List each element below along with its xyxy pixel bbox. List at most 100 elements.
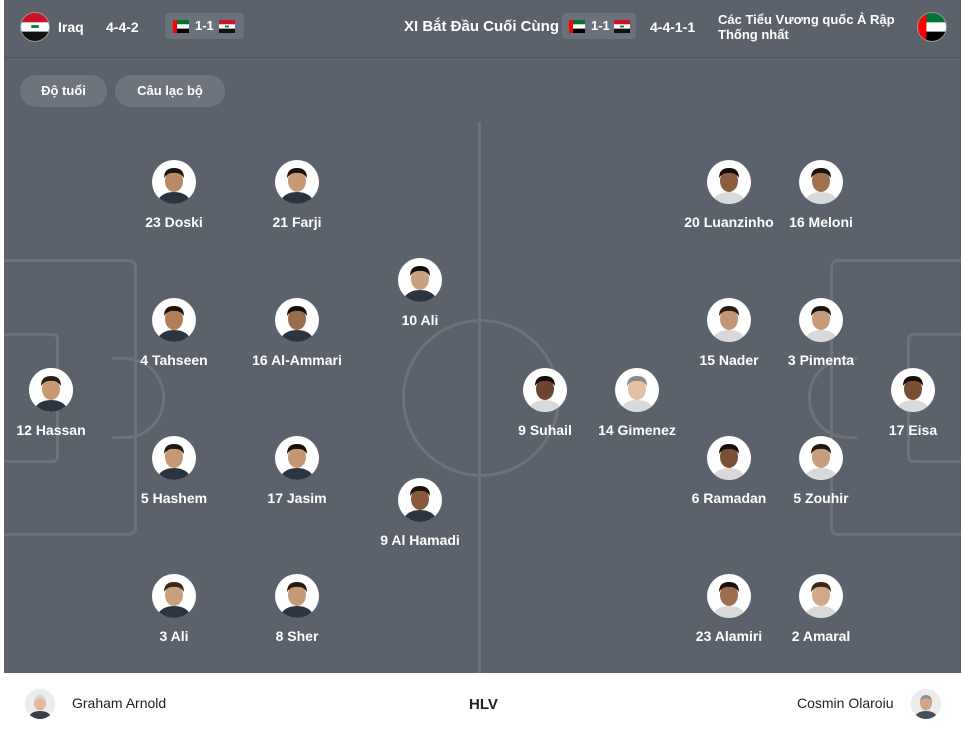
club-filter-button[interactable]: Câu lạc bộ — [115, 75, 225, 107]
player-avatar-icon — [711, 168, 747, 204]
coach-avatar-icon — [911, 689, 941, 719]
player-card[interactable]: 20 Luanzinho — [659, 160, 799, 242]
player-avatar-icon — [803, 168, 839, 204]
player-photo — [398, 478, 442, 522]
player-avatar-icon — [402, 266, 438, 302]
home-score: 1-1 — [195, 18, 214, 33]
player-name: 23 Alamiri — [695, 628, 763, 644]
player-card[interactable]: 9 Suhail — [475, 368, 615, 450]
player-avatar-icon — [279, 582, 315, 618]
player-avatar-icon — [711, 582, 747, 618]
uae-flag-icon — [173, 20, 189, 33]
coaches-bar: Graham Arnold HLV Cosmin Olaroiu — [4, 673, 961, 738]
away-score-box: 1-1 — [562, 13, 636, 39]
player-avatar-icon — [803, 582, 839, 618]
player-avatar-icon — [156, 306, 192, 342]
uae-flag-icon — [917, 12, 947, 42]
iraq-flag-icon — [20, 12, 50, 42]
player-photo — [799, 160, 843, 204]
coach-avatar-icon — [25, 689, 55, 719]
player-card[interactable]: 21 Farji — [227, 160, 367, 242]
player-photo — [275, 574, 319, 618]
player-card[interactable]: 9 Al Hamadi — [350, 478, 490, 560]
player-name: 15 Nader — [699, 352, 759, 368]
away-score: 1-1 — [591, 18, 610, 33]
player-name: 6 Ramadan — [691, 490, 767, 506]
player-card[interactable]: 4 Tahseen — [104, 298, 244, 380]
home-team-name: Iraq — [58, 19, 84, 35]
pitch: 12 Hassan 23 Doski 4 Tahseen 5 Hashem 3 … — [4, 122, 961, 673]
player-photo — [152, 574, 196, 618]
player-avatar-icon — [711, 306, 747, 342]
uae-flag-icon — [569, 20, 585, 33]
home-formation: 4-4-2 — [106, 19, 139, 35]
player-name: 23 Doski — [145, 214, 203, 230]
player-avatar-icon — [156, 444, 192, 480]
player-photo — [799, 298, 843, 342]
player-photo — [891, 368, 935, 412]
player-photo — [152, 436, 196, 480]
player-photo — [707, 298, 751, 342]
lineup-title: XI Bắt Đầu Cuối Cùng — [404, 18, 559, 35]
player-avatar-icon — [279, 306, 315, 342]
player-avatar-icon — [803, 444, 839, 480]
iraq-flag-icon — [219, 20, 235, 33]
player-name: 3 Ali — [159, 628, 189, 644]
away-formation: 4-4-1-1 — [650, 19, 696, 35]
player-photo — [799, 574, 843, 618]
coach-label: HLV — [469, 696, 498, 713]
player-card[interactable]: 10 Ali — [350, 258, 490, 340]
player-name: 20 Luanzinho — [684, 214, 774, 230]
player-photo — [398, 258, 442, 302]
player-photo — [523, 368, 567, 412]
player-photo — [29, 368, 73, 412]
player-name: 16 Al-Ammari — [252, 352, 342, 368]
player-name: 10 Ali — [401, 312, 439, 328]
player-avatar-icon — [279, 168, 315, 204]
player-avatar-icon — [156, 168, 192, 204]
player-name: 5 Hashem — [140, 490, 208, 506]
player-photo — [275, 436, 319, 480]
player-avatar-icon — [895, 376, 931, 412]
player-avatar-icon — [527, 376, 563, 412]
player-card[interactable]: 8 Sher — [227, 574, 367, 656]
coach-avatar[interactable] — [911, 689, 941, 719]
player-avatar-icon — [279, 444, 315, 480]
player-card[interactable]: 16 Al-Ammari — [227, 298, 367, 380]
away-team-name: Các Tiểu Vương quốc Ả Rập Thống nhất — [718, 12, 895, 42]
away-team-name-line2: Thống nhất — [718, 27, 789, 42]
player-name: 9 Suhail — [518, 422, 572, 438]
player-avatar-icon — [803, 306, 839, 342]
away-team-name-line1: Các Tiểu Vương quốc Ả Rập — [718, 12, 895, 27]
player-card[interactable]: 3 Ali — [104, 574, 244, 656]
player-name: 21 Farji — [272, 214, 322, 230]
player-name: 9 Al Hamadi — [380, 532, 460, 548]
player-avatar-icon — [156, 582, 192, 618]
player-photo — [275, 160, 319, 204]
player-name: 4 Tahseen — [140, 352, 208, 368]
player-name: 8 Sher — [275, 628, 319, 644]
iraq-flag-icon — [614, 20, 630, 33]
age-filter-button[interactable]: Độ tuổi — [20, 75, 107, 107]
player-photo — [152, 160, 196, 204]
player-name: 17 Jasim — [267, 490, 327, 506]
player-avatar-icon — [619, 376, 655, 412]
player-photo — [707, 574, 751, 618]
player-avatar-icon — [402, 486, 438, 522]
player-avatar-icon — [29, 368, 73, 412]
player-card[interactable]: 23 Alamiri — [659, 574, 799, 656]
player-photo — [707, 160, 751, 204]
player-card[interactable]: 23 Doski — [104, 160, 244, 242]
filter-bar: Độ tuổi Câu lạc bộ — [4, 58, 961, 122]
player-avatar-icon — [711, 444, 747, 480]
home-score-box: 1-1 — [165, 13, 244, 39]
player-photo — [707, 436, 751, 480]
away-coach-name[interactable]: Cosmin Olaroiu — [797, 695, 893, 711]
player-card[interactable]: 17 Jasim — [227, 436, 367, 518]
player-photo — [615, 368, 659, 412]
player-card[interactable]: 5 Hashem — [104, 436, 244, 518]
home-coach-name[interactable]: Graham Arnold — [72, 695, 166, 711]
player-photo — [275, 298, 319, 342]
match-header: Iraq 4-4-2 1-1 XI Bắt Đầu Cuối Cùng 1-1 … — [4, 0, 961, 58]
coach-avatar[interactable] — [25, 689, 55, 719]
